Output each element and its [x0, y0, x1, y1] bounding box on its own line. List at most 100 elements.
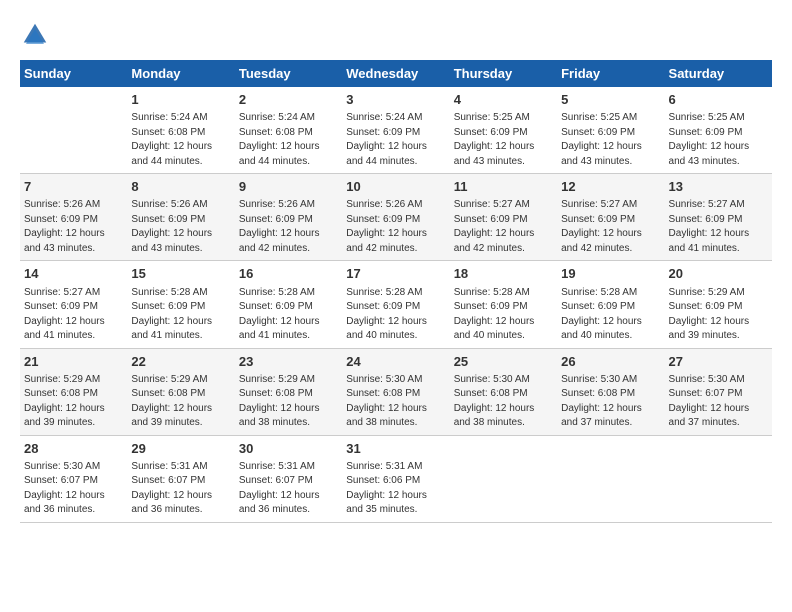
calendar-cell — [665, 435, 772, 522]
calendar-cell: 24 Sunrise: 5:30 AMSunset: 6:08 PMDayligh… — [342, 348, 449, 435]
day-number: 7 — [24, 178, 123, 196]
calendar-cell: 8Sunrise: 5:26 AMSunset: 6:09 PMDaylight… — [127, 174, 234, 261]
day-number: 28 — [24, 440, 123, 458]
calendar-cell: 30 Sunrise: 5:31 AMSunset: 6:07 PMDayligh… — [235, 435, 342, 522]
day-number: 29 — [131, 440, 230, 458]
day-info: Sunrise: 5:28 AMSunset: 6:09 PMDaylight:… — [131, 286, 230, 344]
day-number: 18 — [454, 265, 553, 283]
day-info: Sunrise: 5:26 AMSunset: 6:09 PMDaylight:… — [24, 198, 123, 256]
column-header-wednesday: Wednesday — [342, 60, 449, 87]
calendar-cell: 2 Sunrise: 5:24 AMSunset: 6:08 PMDaylight… — [235, 87, 342, 174]
day-info: Sunrise: 5:30 AMSunset: 6:07 PMDaylight:… — [669, 373, 768, 431]
page-header — [20, 20, 772, 50]
week-row-4: 21 Sunrise: 5:29 AMSunset: 6:08 PMDayligh… — [20, 348, 772, 435]
day-info: Sunrise: 5:26 AMSunset: 6:09 PMDaylight:… — [239, 198, 338, 256]
calendar-cell — [557, 435, 664, 522]
day-info: Sunrise: 5:25 AMSunset: 6:09 PMDaylight:… — [669, 111, 768, 169]
calendar-table: SundayMondayTuesdayWednesdayThursdayFrid… — [20, 60, 772, 523]
calendar-cell: 6 Sunrise: 5:25 AMSunset: 6:09 PMDaylight… — [665, 87, 772, 174]
calendar-cell: 26Sunrise: 5:30 AMSunset: 6:08 PMDayligh… — [557, 348, 664, 435]
calendar-cell: 31 Sunrise: 5:31 AMSunset: 6:06 PMDayligh… — [342, 435, 449, 522]
day-info: Sunrise: 5:25 AMSunset: 6:09 PMDaylight:… — [454, 111, 553, 169]
logo — [20, 20, 55, 50]
day-number: 21 — [24, 353, 123, 371]
day-number: 25 — [454, 353, 553, 371]
day-number: 1 — [131, 91, 230, 109]
calendar-cell: 25 Sunrise: 5:30 AMSunset: 6:08 PMDayligh… — [450, 348, 557, 435]
day-number: 9 — [239, 178, 338, 196]
day-info: Sunrise: 5:25 AMSunset: 6:09 PMDaylight:… — [561, 111, 660, 169]
day-info: Sunrise: 5:27 AMSunset: 6:09 PMDaylight:… — [669, 198, 768, 256]
day-info: Sunrise: 5:28 AMSunset: 6:09 PMDaylight:… — [454, 286, 553, 344]
calendar-cell: 14 Sunrise: 5:27 AMSunset: 6:09 PMDayligh… — [20, 261, 127, 348]
calendar-cell: 15 Sunrise: 5:28 AMSunset: 6:09 PMDayligh… — [127, 261, 234, 348]
calendar-cell: 13 Sunrise: 5:27 AMSunset: 6:09 PMDayligh… — [665, 174, 772, 261]
day-info: Sunrise: 5:24 AMSunset: 6:08 PMDaylight:… — [131, 111, 230, 169]
day-info: Sunrise: 5:27 AMSunset: 6:09 PMDaylight:… — [454, 198, 553, 256]
day-info: Sunrise: 5:29 AMSunset: 6:08 PMDaylight:… — [24, 373, 123, 431]
day-info: Sunrise: 5:28 AMSunset: 6:09 PMDaylight:… — [239, 286, 338, 344]
calendar-cell: 11 Sunrise: 5:27 AMSunset: 6:09 PMDayligh… — [450, 174, 557, 261]
week-row-2: 7 Sunrise: 5:26 AMSunset: 6:09 PMDaylight… — [20, 174, 772, 261]
day-number: 23 — [239, 353, 338, 371]
day-number: 20 — [669, 265, 768, 283]
calendar-cell: 20 Sunrise: 5:29 AMSunset: 6:09 PMDayligh… — [665, 261, 772, 348]
day-info: Sunrise: 5:31 AMSunset: 6:07 PMDaylight:… — [131, 460, 230, 518]
day-info: Sunrise: 5:31 AMSunset: 6:07 PMDaylight:… — [239, 460, 338, 518]
calendar-cell: 17Sunrise: 5:28 AMSunset: 6:09 PMDayligh… — [342, 261, 449, 348]
day-number: 5 — [561, 91, 660, 109]
calendar-cell: 21 Sunrise: 5:29 AMSunset: 6:08 PMDayligh… — [20, 348, 127, 435]
day-number: 6 — [669, 91, 768, 109]
calendar-cell: 1 Sunrise: 5:24 AMSunset: 6:08 PMDaylight… — [127, 87, 234, 174]
day-number: 3 — [346, 91, 445, 109]
logo-icon — [20, 20, 50, 50]
day-number: 31 — [346, 440, 445, 458]
day-number: 16 — [239, 265, 338, 283]
column-header-friday: Friday — [557, 60, 664, 87]
day-number: 12 — [561, 178, 660, 196]
day-info: Sunrise: 5:27 AMSunset: 6:09 PMDaylight:… — [24, 286, 123, 344]
day-number: 24 — [346, 353, 445, 371]
day-number: 27 — [669, 353, 768, 371]
day-number: 13 — [669, 178, 768, 196]
day-info: Sunrise: 5:28 AMSunset: 6:09 PMDaylight:… — [561, 286, 660, 344]
day-info: Sunrise: 5:27 AMSunset: 6:09 PMDaylight:… — [561, 198, 660, 256]
day-info: Sunrise: 5:30 AMSunset: 6:08 PMDaylight:… — [346, 373, 445, 431]
calendar-cell: 9 Sunrise: 5:26 AMSunset: 6:09 PMDaylight… — [235, 174, 342, 261]
day-info: Sunrise: 5:24 AMSunset: 6:09 PMDaylight:… — [346, 111, 445, 169]
day-number: 2 — [239, 91, 338, 109]
calendar-cell — [450, 435, 557, 522]
day-info: Sunrise: 5:24 AMSunset: 6:08 PMDaylight:… — [239, 111, 338, 169]
day-number: 4 — [454, 91, 553, 109]
day-info: Sunrise: 5:29 AMSunset: 6:08 PMDaylight:… — [239, 373, 338, 431]
calendar-cell: 12 Sunrise: 5:27 AMSunset: 6:09 PMDayligh… — [557, 174, 664, 261]
day-number: 22 — [131, 353, 230, 371]
day-number: 19 — [561, 265, 660, 283]
day-info: Sunrise: 5:31 AMSunset: 6:06 PMDaylight:… — [346, 460, 445, 518]
calendar-cell: 10 Sunrise: 5:26 AMSunset: 6:09 PMDayligh… — [342, 174, 449, 261]
column-header-tuesday: Tuesday — [235, 60, 342, 87]
day-number: 14 — [24, 265, 123, 283]
day-info: Sunrise: 5:28 AMSunset: 6:09 PMDaylight:… — [346, 286, 445, 344]
day-number: 30 — [239, 440, 338, 458]
day-info: Sunrise: 5:26 AMSunset: 6:09 PMDaylight:… — [346, 198, 445, 256]
week-row-5: 28Sunrise: 5:30 AMSunset: 6:07 PMDayligh… — [20, 435, 772, 522]
day-number: 11 — [454, 178, 553, 196]
day-info: Sunrise: 5:30 AMSunset: 6:08 PMDaylight:… — [454, 373, 553, 431]
calendar-cell: 7 Sunrise: 5:26 AMSunset: 6:09 PMDaylight… — [20, 174, 127, 261]
day-info: Sunrise: 5:29 AMSunset: 6:08 PMDaylight:… — [131, 373, 230, 431]
calendar-cell: 3 Sunrise: 5:24 AMSunset: 6:09 PMDaylight… — [342, 87, 449, 174]
column-header-sunday: Sunday — [20, 60, 127, 87]
day-number: 10 — [346, 178, 445, 196]
day-number: 15 — [131, 265, 230, 283]
day-info: Sunrise: 5:29 AMSunset: 6:09 PMDaylight:… — [669, 286, 768, 344]
calendar-cell: 22 Sunrise: 5:29 AMSunset: 6:08 PMDayligh… — [127, 348, 234, 435]
column-header-saturday: Saturday — [665, 60, 772, 87]
calendar-cell: 27 Sunrise: 5:30 AMSunset: 6:07 PMDayligh… — [665, 348, 772, 435]
calendar-cell: 18 Sunrise: 5:28 AMSunset: 6:09 PMDayligh… — [450, 261, 557, 348]
header-row: SundayMondayTuesdayWednesdayThursdayFrid… — [20, 60, 772, 87]
week-row-3: 14 Sunrise: 5:27 AMSunset: 6:09 PMDayligh… — [20, 261, 772, 348]
day-info: Sunrise: 5:26 AMSunset: 6:09 PMDaylight:… — [131, 198, 230, 256]
column-header-monday: Monday — [127, 60, 234, 87]
column-header-thursday: Thursday — [450, 60, 557, 87]
